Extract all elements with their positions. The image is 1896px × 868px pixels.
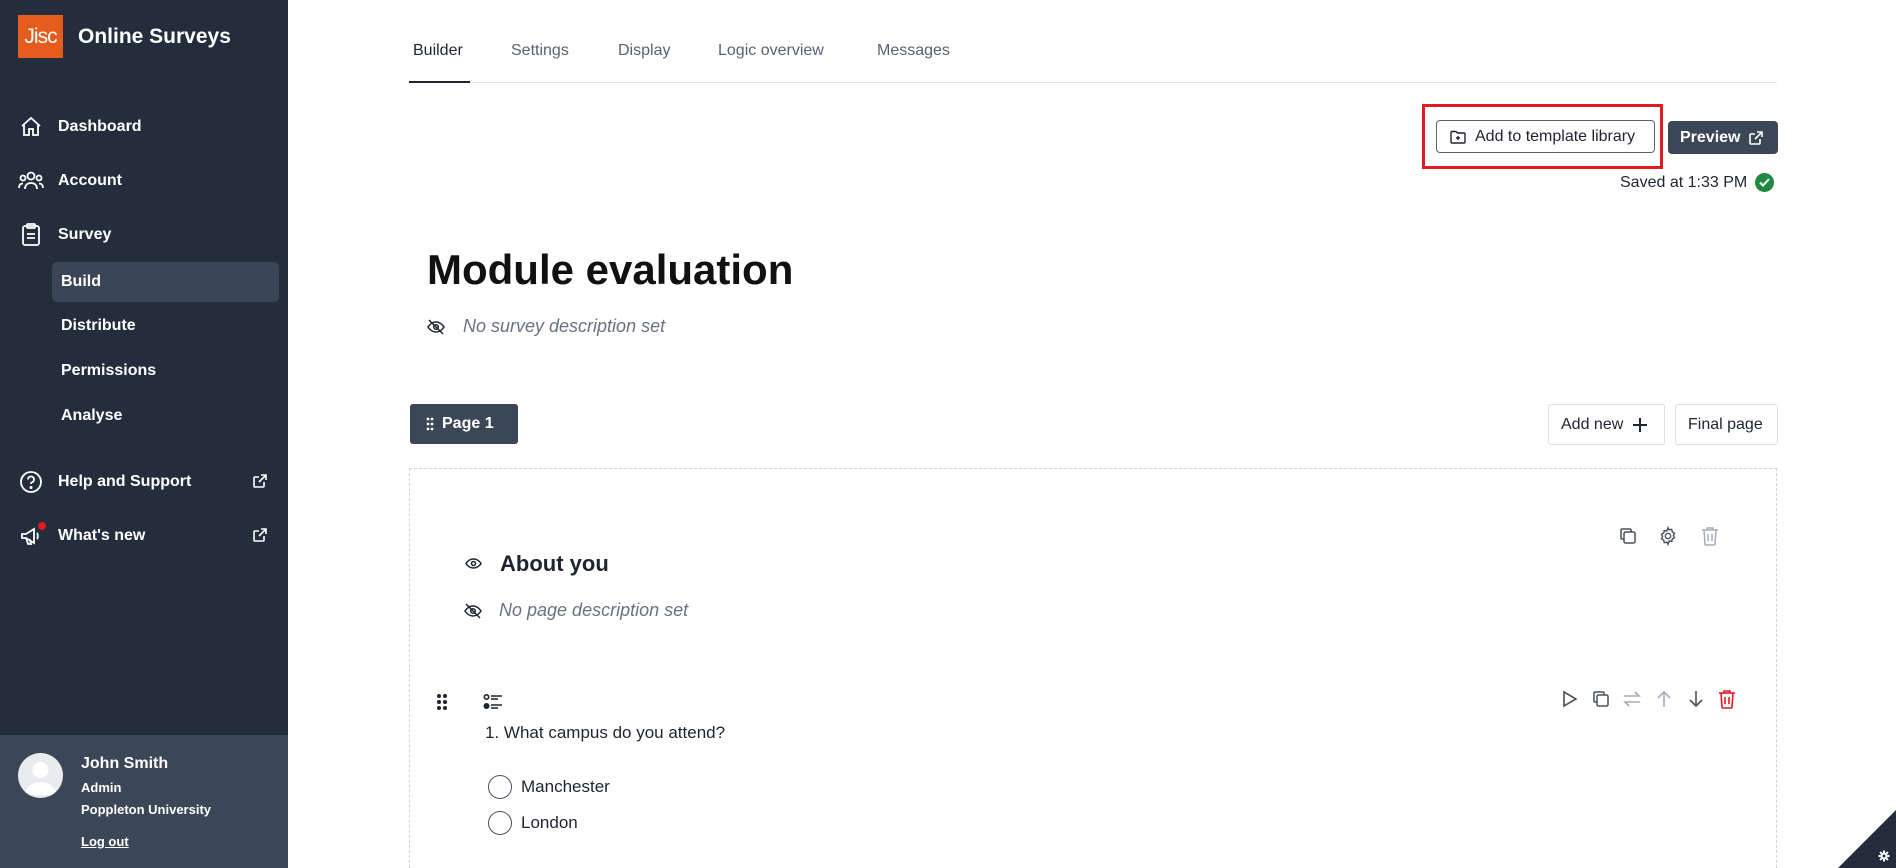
option-label: Manchester xyxy=(521,777,610,796)
play-icon[interactable] xyxy=(1558,687,1582,711)
sidebar-subitem-distribute[interactable]: Distribute xyxy=(52,306,279,346)
radio-option-london[interactable]: London xyxy=(488,811,578,835)
option-label: London xyxy=(521,813,578,832)
sidebar-subitem-analyse[interactable]: Analyse xyxy=(52,396,279,436)
final-page-button[interactable]: Final page xyxy=(1675,404,1778,445)
user-role: Admin xyxy=(81,780,122,795)
sidebar: Jisc Online Surveys Dashboard Account Su… xyxy=(0,0,288,868)
add-new-label: Add new xyxy=(1561,415,1624,433)
arrow-down-icon[interactable] xyxy=(1684,687,1708,711)
external-link-icon xyxy=(252,527,270,545)
logout-link[interactable]: Log out xyxy=(81,834,129,849)
brand[interactable]: Jisc Online Surveys xyxy=(18,15,231,58)
add-new-button[interactable]: Add new xyxy=(1548,404,1665,445)
sidebar-item-label: Survey xyxy=(58,226,112,243)
saved-text: Saved at 1:33 PM xyxy=(1620,173,1748,191)
external-link-icon xyxy=(252,473,270,491)
avatar xyxy=(18,753,63,798)
save-status: Saved at 1:33 PM xyxy=(1620,173,1775,192)
home-icon xyxy=(18,114,44,140)
user-organisation: Poppleton University xyxy=(81,802,212,817)
sidebar-item-label: Dashboard xyxy=(58,118,142,135)
app-title: Online Surveys xyxy=(78,24,231,48)
question-number: 1. xyxy=(485,723,500,742)
copy-icon[interactable] xyxy=(1616,524,1640,548)
jisc-logo: Jisc xyxy=(18,15,63,58)
trash-icon[interactable] xyxy=(1698,524,1722,548)
trash-icon[interactable] xyxy=(1715,687,1739,711)
list-question-icon xyxy=(481,690,505,714)
sidebar-item-help[interactable]: Help and Support xyxy=(18,469,280,495)
clipboard-icon xyxy=(18,222,44,248)
survey-description-placeholder: No survey description set xyxy=(463,316,666,336)
eye-off-icon xyxy=(426,317,446,337)
user-panel: John Smith Admin Poppleton University Lo… xyxy=(0,735,288,868)
eye-icon[interactable] xyxy=(461,551,485,575)
add-to-template-library-label: Add to template library xyxy=(1475,127,1636,145)
question-label: What campus do you attend? xyxy=(503,723,726,742)
tab-builder[interactable]: Builder xyxy=(413,42,463,60)
sidebar-item-whats-new[interactable]: What's new xyxy=(18,522,280,549)
preview-label: Preview xyxy=(1680,128,1741,146)
help-circle-icon xyxy=(18,469,44,495)
tab-messages[interactable]: Messages xyxy=(877,42,950,60)
survey-description[interactable]: No survey description set xyxy=(426,316,665,337)
page-1-label: Page 1 xyxy=(442,415,494,432)
folder-plus-icon xyxy=(1450,130,1466,144)
tab-logic-overview[interactable]: Logic overview xyxy=(718,42,824,60)
sidebar-item-label: Account xyxy=(58,172,122,189)
sidebar-subitem-permissions[interactable]: Permissions xyxy=(52,351,279,391)
sidebar-item-dashboard[interactable]: Dashboard xyxy=(18,114,142,140)
question-text[interactable]: 1. What campus do you attend? xyxy=(485,723,725,743)
external-link-icon xyxy=(1748,130,1764,146)
copy-icon[interactable] xyxy=(1589,687,1613,711)
users-icon xyxy=(18,168,44,194)
page-description-placeholder: No page description set xyxy=(499,600,689,620)
sidebar-subitem-build[interactable]: Build xyxy=(52,262,279,302)
radio-option-manchester[interactable]: Manchester xyxy=(488,775,610,799)
builder-tabs: Builder Settings Display Logic overview … xyxy=(409,0,1777,83)
notification-dot xyxy=(38,522,46,530)
survey-title[interactable]: Module evaluation xyxy=(427,246,793,294)
user-name: John Smith xyxy=(81,755,169,772)
preview-button[interactable]: Preview xyxy=(1668,121,1778,154)
radio-button[interactable] xyxy=(488,811,512,835)
eye-off-icon xyxy=(463,601,483,621)
page-1-button[interactable]: Page 1 xyxy=(410,404,518,444)
swap-icon[interactable] xyxy=(1620,687,1644,711)
tab-settings[interactable]: Settings xyxy=(511,42,569,60)
add-to-template-library-button[interactable]: Add to template library xyxy=(1436,120,1655,153)
gear-icon[interactable] xyxy=(1656,524,1680,548)
drag-handle-icon[interactable] xyxy=(430,690,454,714)
arrow-up-icon[interactable] xyxy=(1652,687,1676,711)
tab-display[interactable]: Display xyxy=(618,42,670,60)
page-description[interactable]: No page description set xyxy=(463,600,688,621)
plus-icon xyxy=(1632,417,1648,433)
sidebar-item-account[interactable]: Account xyxy=(18,168,122,194)
active-tab-indicator xyxy=(409,81,470,83)
megaphone-icon xyxy=(18,522,46,549)
check-circle-icon xyxy=(1755,173,1775,192)
corner-settings[interactable] xyxy=(1838,810,1896,868)
drag-handle-icon xyxy=(426,417,434,431)
radio-button[interactable] xyxy=(488,775,512,799)
page-panel xyxy=(409,468,1777,868)
page-title[interactable]: About you xyxy=(500,551,609,577)
sidebar-item-label: Help and Support xyxy=(58,473,192,490)
sidebar-item-label: What's new xyxy=(58,527,146,544)
sidebar-item-survey[interactable]: Survey xyxy=(18,222,111,248)
